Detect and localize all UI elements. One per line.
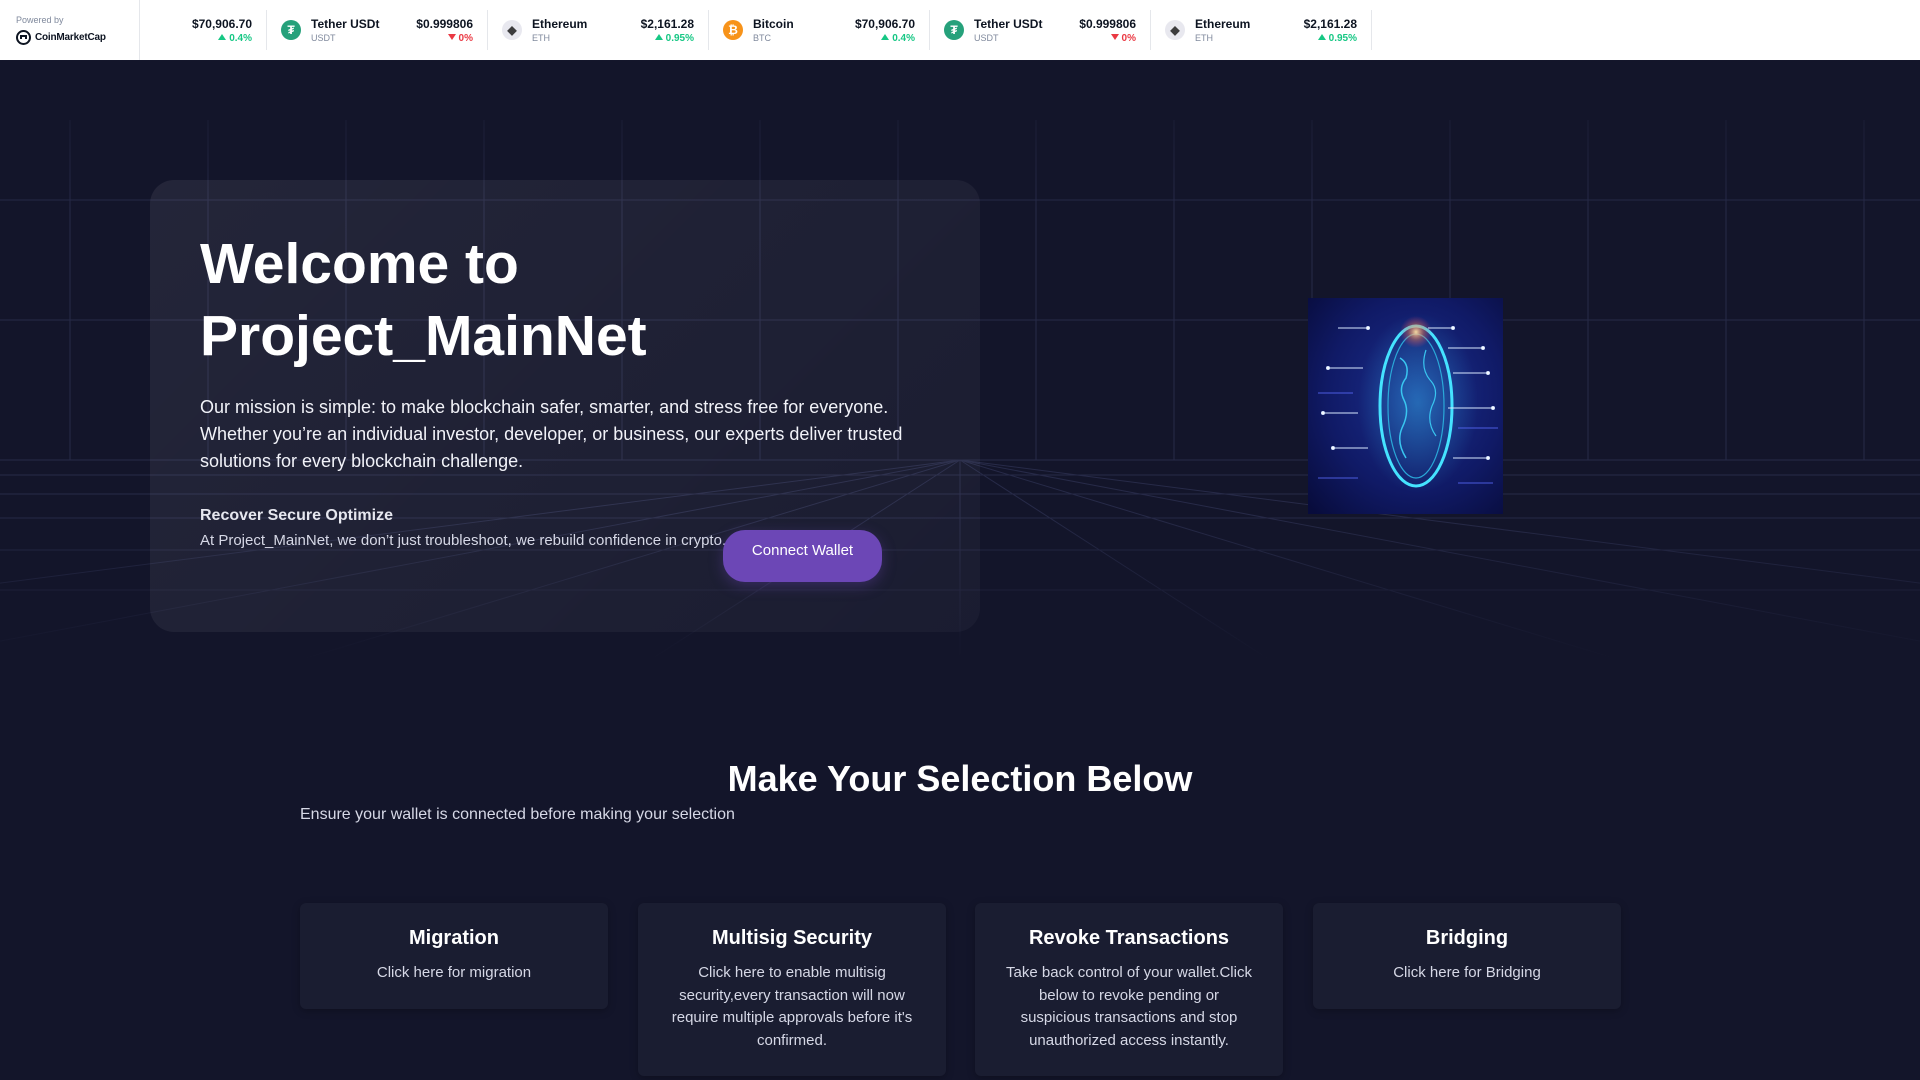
coin-change: 0.4% xyxy=(881,33,915,44)
ticker-item-tether[interactable]: ₮ Tether USDt USDT $0.999806 0% xyxy=(267,10,488,50)
globe-network-image xyxy=(1308,298,1503,514)
coin-change: 0.95% xyxy=(1317,33,1357,44)
price-ticker: Powered by CoinMarketCap $70,906.70 0.4%… xyxy=(0,0,1920,61)
coin-symbol: BTC xyxy=(753,33,771,43)
coin-name: Tether USDt xyxy=(311,17,380,31)
up-arrow-icon xyxy=(654,34,663,40)
coin-price: $70,906.70 xyxy=(854,17,915,31)
card-text: Click here to enable multisig security,e… xyxy=(671,964,913,1049)
ticker-item-tether[interactable]: ₮ Tether USDt USDT $0.999806 0% xyxy=(930,10,1151,50)
bitcoin-icon: ₿ xyxy=(723,20,743,40)
coinmarketcap-brand: CoinMarketCap xyxy=(35,32,106,43)
ethereum-icon: ◆ xyxy=(502,20,522,40)
hero-title: Welcome to Project_MainNet xyxy=(200,228,900,372)
multisig-security-card[interactable]: Multisig Security Click here to enable m… xyxy=(638,903,946,1076)
coin-symbol: ETH xyxy=(1195,33,1213,43)
coin-name: Ethereum xyxy=(532,17,588,31)
card-title: Multisig Security xyxy=(711,927,873,949)
migration-card[interactable]: Migration Click here for migration xyxy=(300,903,608,1009)
connect-wallet-button[interactable]: Connect Wallet xyxy=(723,530,882,582)
coin-change: 0% xyxy=(447,33,473,44)
selection-title: Make Your Selection Below xyxy=(727,758,1193,799)
card-text: Click here for Bridging xyxy=(1393,964,1541,981)
coin-name: Bitcoin xyxy=(753,17,794,31)
ticker-item-ethereum[interactable]: ◆ Ethereum ETH $2,161.28 0.95% xyxy=(1151,10,1372,50)
bridging-card[interactable]: Bridging Click here for Bridging xyxy=(1313,903,1621,1009)
coinmarketcap-icon xyxy=(16,30,31,45)
card-text: Take back control of your wallet.Click b… xyxy=(1006,964,1252,1049)
coin-price: $0.999806 xyxy=(416,17,473,31)
coin-change: 0.4% xyxy=(218,33,252,44)
coin-price: $2,161.28 xyxy=(640,17,694,31)
hero-title-line1: Welcome to xyxy=(200,232,519,296)
powered-by-badge[interactable]: Powered by CoinMarketCap xyxy=(0,0,140,60)
up-arrow-icon xyxy=(218,34,227,40)
card-title: Migration xyxy=(409,927,499,949)
ticker-item-ethereum[interactable]: ◆ Ethereum ETH $2,161.28 0.95% xyxy=(488,10,709,50)
up-arrow-icon xyxy=(881,34,890,40)
coin-symbol: USDT xyxy=(311,33,336,43)
coin-price: $0.999806 xyxy=(1079,17,1136,31)
ticker-item-bitcoin[interactable]: ₿ Bitcoin BTC $70,906.70 0.4% xyxy=(709,10,930,50)
up-arrow-icon xyxy=(1317,34,1326,40)
down-arrow-icon xyxy=(447,34,456,40)
powered-by-label: Powered by xyxy=(16,15,64,25)
selection-subtitle: Ensure your wallet is connected before m… xyxy=(300,806,735,823)
coinmarketcap-logo: CoinMarketCap xyxy=(16,30,139,45)
card-title: Revoke Transactions xyxy=(1028,927,1230,949)
tether-icon: ₮ xyxy=(944,20,964,40)
revoke-transactions-card[interactable]: Revoke Transactions Take back control of… xyxy=(975,903,1283,1076)
card-text: Click here for migration xyxy=(376,964,532,981)
coin-name: Tether USDt xyxy=(974,17,1043,31)
down-arrow-icon xyxy=(1110,34,1119,40)
tether-icon: ₮ xyxy=(281,20,301,40)
coin-symbol: USDT xyxy=(974,33,999,43)
coin-price: $2,161.28 xyxy=(1303,17,1357,31)
coin-name: Ethereum xyxy=(1195,17,1251,31)
coin-price: $70,906.70 xyxy=(191,17,252,31)
hero-title-line2: Project_MainNet xyxy=(200,304,647,368)
ticker-item-bitcoin-partial[interactable]: $70,906.70 0.4% xyxy=(148,10,267,50)
hero-subtext: At Project_MainNet, we don’t just troubl… xyxy=(200,532,727,549)
mission-statement: Our mission is simple: to make blockchai… xyxy=(200,397,903,471)
card-title: Bridging xyxy=(1425,927,1509,949)
ticker-track: $70,906.70 0.4% ₮ Tether USDt USDT $0.99… xyxy=(148,0,1372,60)
coin-change: 0% xyxy=(1110,33,1136,44)
ethereum-icon: ◆ xyxy=(1165,20,1185,40)
coin-symbol: ETH xyxy=(532,33,550,43)
coin-change: 0.95% xyxy=(654,33,694,44)
hero-subheading: Recover Secure Optimize xyxy=(200,507,393,524)
